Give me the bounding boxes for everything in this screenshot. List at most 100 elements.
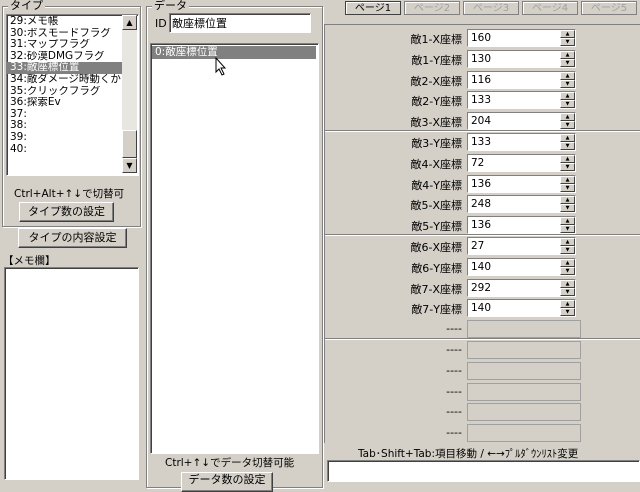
spin-down-icon[interactable]: ▼ — [560, 246, 575, 254]
spin-up-icon[interactable]: ▲ — [560, 92, 575, 101]
mouse-cursor-icon — [215, 57, 227, 76]
empty-field-input — [467, 361, 581, 380]
spin-down-icon[interactable]: ▼ — [560, 162, 575, 171]
spin-down-icon[interactable]: ▼ — [560, 204, 575, 213]
spin-up-icon[interactable]: ▲ — [560, 196, 575, 205]
field-spin-input[interactable]: 136 ▲ ▼ — [467, 216, 576, 235]
spin-down-icon[interactable]: ▼ — [560, 225, 575, 234]
type-list-item[interactable]: 38: — [7, 120, 122, 132]
type-list-item[interactable]: 30:ボスモードフラグ — [7, 28, 122, 40]
spin-up-icon[interactable]: ▲ — [560, 279, 575, 288]
type-list-item[interactable]: 37: — [7, 109, 122, 121]
spin-up-icon[interactable]: ▲ — [560, 300, 575, 309]
memo-textarea[interactable] — [4, 267, 139, 480]
field-spin-input[interactable]: 72 ▲ ▼ — [467, 153, 576, 172]
field-label: 敵4-Y座標 — [411, 178, 462, 192]
page-tabs: ページ1 ページ2 ページ3 ページ4 ページ5 — [345, 0, 640, 17]
spinner: ▲ ▼ — [560, 92, 575, 109]
field-label: 敵2-X座標 — [410, 74, 462, 88]
spin-down-icon[interactable]: ▼ — [560, 121, 575, 130]
empty-field-label: ---- — [446, 405, 462, 419]
field-spin-input[interactable]: 160 ▲ ▼ — [467, 29, 576, 47]
spin-down-icon[interactable]: ▼ — [560, 79, 575, 88]
spin-up-icon[interactable]: ▲ — [560, 175, 575, 184]
field-spin-input[interactable]: 27 ▲ ▼ — [467, 237, 576, 255]
type-list-item[interactable]: 40: — [7, 144, 122, 156]
group-separator-3 — [325, 338, 640, 340]
empty-field-label: ---- — [446, 322, 462, 336]
data-list[interactable]: 0:敵座標位置 — [150, 43, 319, 454]
type-list[interactable]: 29:メモ帳 30:ボスモードフラグ 31:マップフラグ 32:砂漠DMGフラグ 33:… — [6, 14, 139, 176]
spin-up-icon[interactable]: ▲ — [560, 154, 575, 163]
id-label: ID — [155, 17, 167, 30]
field-spin-input[interactable]: 133 ▲ ▼ — [467, 91, 576, 110]
tab-page-3[interactable]: ページ3 — [463, 1, 519, 15]
field-label: 敵5-Y座標 — [411, 220, 462, 234]
field-label: 敵4-X座標 — [410, 157, 462, 171]
spin-up-icon[interactable]: ▲ — [560, 71, 575, 80]
field-spin-input[interactable]: 133 ▲ ▼ — [467, 133, 576, 151]
type-content-button[interactable]: タイプの内容設定 — [18, 228, 127, 248]
data-count-button[interactable]: データ数の設定 — [181, 472, 273, 492]
spin-up-icon[interactable]: ▲ — [560, 50, 575, 59]
id-input[interactable]: 敵座標位置 — [169, 13, 311, 33]
spin-down-icon[interactable]: ▼ — [560, 287, 575, 296]
field-spin-input[interactable]: 136 ▲ ▼ — [467, 174, 576, 193]
spin-up-icon[interactable]: ▲ — [560, 134, 575, 142]
empty-field-input — [467, 424, 581, 443]
bottom-hint: Tab･Shift+Tab:項目移動 / ←→ﾌﾟﾙﾀﾞｳﾝﾘｽﾄ変更 — [358, 448, 579, 460]
field-spin-input[interactable]: 130 ▲ ▼ — [467, 49, 576, 68]
type-list-item[interactable]: 39: — [7, 132, 122, 144]
spin-down-icon[interactable]: ▼ — [560, 308, 575, 317]
type-count-button[interactable]: タイプ数の設定 — [19, 202, 114, 222]
field-value: 27 — [471, 240, 485, 252]
scroll-down-icon[interactable]: ▼ — [122, 158, 137, 173]
field-label: 敵2-Y座標 — [411, 95, 462, 109]
type-switch-hint: Ctrl+Alt+↑↓で切替可 — [14, 188, 125, 200]
data-list-item[interactable]: 0:敵座標位置 — [152, 46, 316, 59]
type-list-item[interactable]: 34:敵ダメージ時動くか — [7, 74, 122, 86]
spin-up-icon[interactable]: ▲ — [560, 217, 575, 226]
field-spin-input[interactable]: 292 ▲ ▼ — [467, 278, 576, 297]
type-list-item[interactable]: 31:マップフラグ — [7, 39, 122, 51]
spin-up-icon[interactable]: ▲ — [560, 30, 575, 38]
type-list-item[interactable]: 29:メモ帳 — [7, 16, 122, 28]
type-list-item[interactable]: 36:探索Ev — [7, 97, 122, 109]
field-label: 敵7-X座標 — [410, 282, 462, 296]
spin-up-icon[interactable]: ▲ — [560, 113, 575, 122]
type-list-scrollbar[interactable]: ▲ ▼ — [122, 15, 137, 173]
field-spin-input[interactable]: 140 ▲ ▼ — [467, 299, 576, 318]
spin-down-icon[interactable]: ▼ — [560, 58, 575, 67]
spin-down-icon[interactable]: ▼ — [560, 266, 575, 275]
type-list-item[interactable]: 33:敵座標位置 — [7, 62, 122, 74]
spinner: ▲ ▼ — [560, 258, 575, 275]
field-value: 136 — [471, 219, 492, 232]
spin-down-icon[interactable]: ▼ — [560, 142, 575, 150]
tab-page-2[interactable]: ページ2 — [404, 1, 460, 15]
field-value: 130 — [471, 52, 492, 65]
spinner: ▲ ▼ — [560, 300, 575, 317]
tab-page-4[interactable]: ページ4 — [522, 1, 578, 15]
spin-up-icon[interactable]: ▲ — [560, 238, 575, 246]
field-value: 140 — [471, 302, 492, 315]
field-spin-input[interactable]: 116 ▲ ▼ — [467, 70, 576, 89]
field-spin-input[interactable]: 204 ▲ ▼ — [467, 112, 576, 131]
spin-down-icon[interactable]: ▼ — [560, 100, 575, 109]
field-label: 敵5-X座標 — [410, 199, 462, 213]
data-switch-hint: Ctrl+↑↓でデータ切替可能 — [165, 457, 295, 469]
type-list-item[interactable]: 32:砂漠DMGフラグ — [7, 51, 122, 63]
scroll-up-icon[interactable]: ▲ — [122, 15, 137, 30]
field-label: 敵3-Y座標 — [411, 137, 462, 150]
tab-page-5[interactable]: ページ5 — [581, 1, 637, 15]
spin-down-icon[interactable]: ▼ — [560, 38, 575, 46]
spin-up-icon[interactable]: ▲ — [560, 258, 575, 267]
field-spin-input[interactable]: 140 ▲ ▼ — [467, 257, 576, 276]
type-list-item[interactable]: 35:クリックフラグ — [7, 86, 122, 98]
tab-page-1[interactable]: ページ1 — [345, 1, 401, 15]
spin-down-icon[interactable]: ▼ — [560, 183, 575, 192]
empty-field-label: ---- — [446, 343, 462, 356]
field-spin-input[interactable]: 248 ▲ ▼ — [467, 195, 576, 214]
empty-field-input — [467, 403, 581, 422]
scroll-thumb[interactable] — [122, 130, 137, 158]
field-value: 136 — [471, 177, 492, 190]
